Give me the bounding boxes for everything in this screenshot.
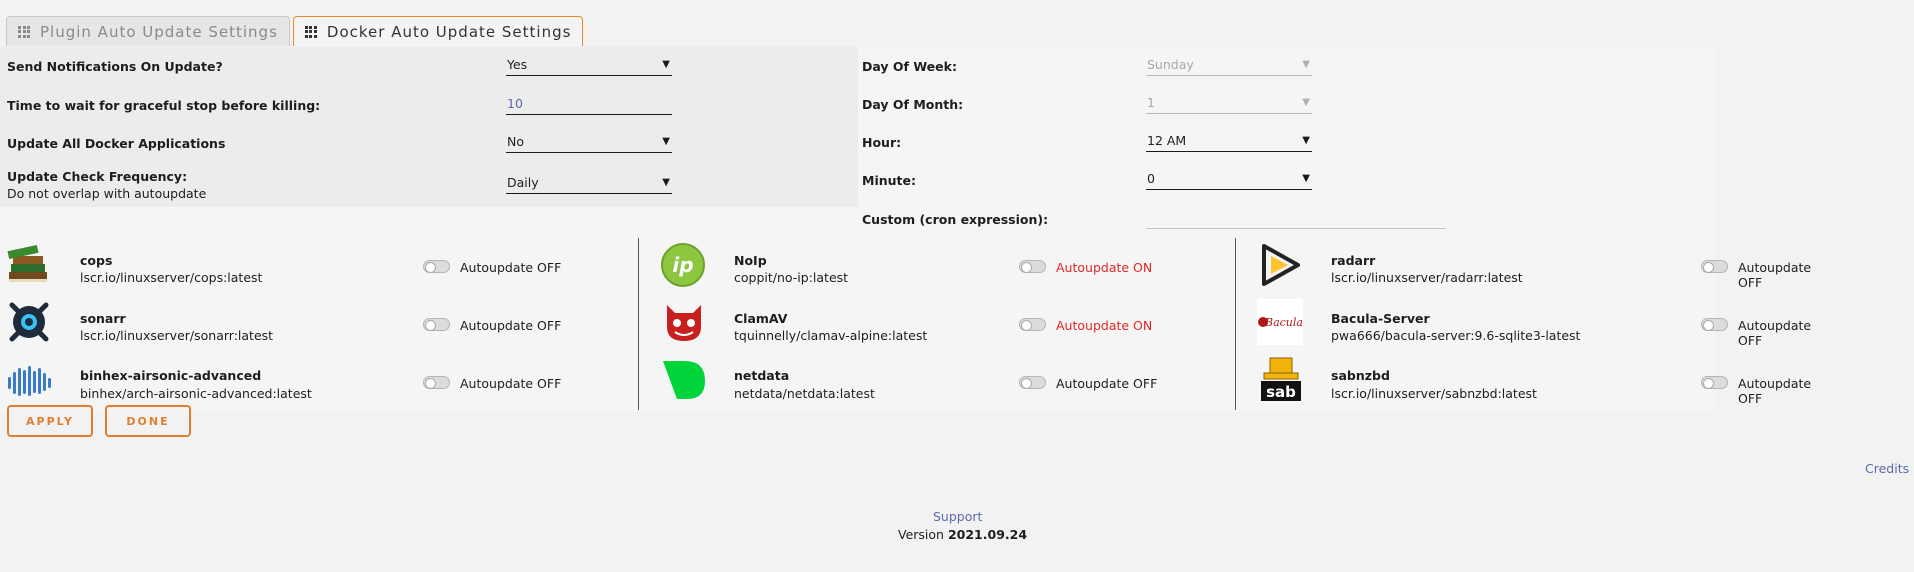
noip-icon: ip xyxy=(661,243,705,287)
app-name: binhex-airsonic-advanced xyxy=(80,368,262,383)
caret-down-icon: ▼ xyxy=(1302,97,1310,108)
clamav-icon xyxy=(667,305,701,341)
app-repo: netdata/netdata:latest xyxy=(734,386,875,401)
tab-bar: Plugin Auto Update Settings Docker Auto … xyxy=(6,16,584,46)
app-name: ClamAV xyxy=(734,311,788,326)
caret-down-icon: ▼ xyxy=(1302,59,1310,70)
app-repo: lscr.io/linuxserver/sonarr:latest xyxy=(80,328,274,343)
app-name: NoIp xyxy=(734,253,767,268)
update-all-value: No xyxy=(507,134,524,149)
day-of-month-value: 1 xyxy=(1147,95,1155,110)
app-name: Bacula-Server xyxy=(1331,311,1430,326)
app-repo: lscr.io/linuxserver/sabnzbd:latest xyxy=(1331,386,1537,401)
app-name: sabnzbd xyxy=(1331,368,1390,383)
day-of-week-label: Day Of Week: xyxy=(862,59,957,74)
settings-panel: Send Notifications On Update? Yes ▼ Time… xyxy=(0,47,1716,237)
grid-icon xyxy=(18,25,30,38)
app-repo: lscr.io/linuxserver/cops:latest xyxy=(80,270,263,285)
sonarr-icon xyxy=(9,302,49,342)
autoupdate-toggle[interactable] xyxy=(1019,260,1046,273)
autoupdate-toggle[interactable] xyxy=(1701,318,1728,331)
autoupdate-toggle[interactable] xyxy=(423,260,450,273)
column-divider xyxy=(1235,238,1236,410)
caret-down-icon: ▼ xyxy=(1302,173,1310,184)
app-name: netdata xyxy=(734,368,790,383)
app-repo: pwa666/bacula-server:9.6-sqlite3-latest xyxy=(1331,328,1581,343)
hour-label: Hour: xyxy=(862,135,902,150)
day-of-month-label: Day Of Month: xyxy=(862,97,964,112)
autoupdate-status: Autoupdate OFF xyxy=(460,260,562,275)
tab-label: Plugin Auto Update Settings xyxy=(40,22,278,41)
wait-label: Time to wait for graceful stop before ki… xyxy=(7,98,321,113)
column-divider xyxy=(638,238,639,410)
app-name: radarr xyxy=(1331,253,1376,268)
minute-select[interactable]: 0 ▼ xyxy=(1146,168,1312,190)
day-of-week-select[interactable]: Sunday ▼ xyxy=(1146,54,1312,76)
done-button[interactable]: DONE xyxy=(105,405,191,437)
app-repo: tquinnelly/clamav-alpine:latest xyxy=(734,328,928,343)
autoupdate-status: Autoupdate OFF xyxy=(460,376,562,391)
update-all-select[interactable]: No ▼ xyxy=(506,131,672,153)
app-repo: lscr.io/linuxserver/radarr:latest xyxy=(1331,270,1523,285)
caret-down-icon: ▼ xyxy=(662,59,670,70)
credits-link[interactable]: Credits xyxy=(1865,461,1909,476)
app-repo: coppit/no-ip:latest xyxy=(734,270,849,285)
sabnzbd-icon: sab xyxy=(1261,357,1301,401)
autoupdate-status: Autoupdate OFF xyxy=(1738,318,1812,348)
autoupdate-toggle[interactable] xyxy=(423,318,450,331)
cron-label: Custom (cron expression): xyxy=(862,212,1049,227)
version-number: 2021.09.24 xyxy=(947,527,1028,542)
tab-label: Docker Auto Update Settings xyxy=(326,22,572,41)
apply-button[interactable]: APPLY xyxy=(7,405,93,437)
version-prefix: Version xyxy=(898,527,944,542)
netdata-icon xyxy=(663,361,705,399)
hour-value: 12 AM xyxy=(1147,133,1187,148)
wait-input[interactable]: 10 xyxy=(506,93,672,115)
frequency-select[interactable]: Daily ▼ xyxy=(506,172,672,194)
container-list: cops lscr.io/linuxserver/cops:latest Aut… xyxy=(0,236,1811,412)
day-of-week-value: Sunday xyxy=(1147,57,1194,72)
svg-text:ip: ip xyxy=(672,253,693,277)
caret-down-icon: ▼ xyxy=(662,177,670,188)
autoupdate-toggle[interactable] xyxy=(1019,318,1046,331)
notify-select[interactable]: Yes ▼ xyxy=(506,54,672,76)
autoupdate-toggle[interactable] xyxy=(1701,376,1728,389)
app-repo: binhex/arch-airsonic-advanced:latest xyxy=(80,386,312,401)
frequency-sublabel: Do not overlap with autoupdate xyxy=(7,186,207,201)
books-icon xyxy=(7,244,47,282)
minute-value: 0 xyxy=(1147,171,1155,186)
notify-value: Yes xyxy=(507,57,528,72)
autoupdate-status: Autoupdate OFF xyxy=(460,318,562,333)
autoupdate-status: Autoupdate OFF xyxy=(1738,376,1812,406)
version-text: Version 2021.09.24 xyxy=(898,527,1027,542)
sabnzbd-logo-text: sab xyxy=(1266,383,1296,401)
caret-down-icon: ▼ xyxy=(1302,135,1310,146)
autoupdate-status: Autoupdate ON xyxy=(1056,260,1153,275)
autoupdate-status: Autoupdate OFF xyxy=(1738,260,1812,290)
minute-label: Minute: xyxy=(862,173,916,188)
frequency-label: Update Check Frequency: xyxy=(7,169,188,184)
autoupdate-status: Autoupdate ON xyxy=(1056,318,1153,333)
app-name: sonarr xyxy=(80,311,126,326)
update-all-label: Update All Docker Applications xyxy=(7,136,226,151)
tab-docker-auto-update[interactable]: Docker Auto Update Settings xyxy=(292,16,584,46)
hour-select[interactable]: 12 AM ▼ xyxy=(1146,130,1312,152)
frequency-value: Daily xyxy=(507,175,539,190)
autoupdate-status: Autoupdate OFF xyxy=(1056,376,1158,391)
notify-label: Send Notifications On Update? xyxy=(7,59,223,74)
bacula-icon: Bacula xyxy=(1257,299,1303,345)
day-of-month-select[interactable]: 1 ▼ xyxy=(1146,92,1312,114)
airsonic-icon xyxy=(8,366,51,396)
support-link[interactable]: Support xyxy=(933,509,982,524)
grid-icon xyxy=(304,25,317,38)
radarr-icon xyxy=(1262,244,1300,286)
app-name: cops xyxy=(80,253,113,268)
caret-down-icon: ▼ xyxy=(662,136,670,147)
tab-plugin-auto-update[interactable]: Plugin Auto Update Settings xyxy=(6,16,290,46)
autoupdate-toggle[interactable] xyxy=(423,376,450,389)
autoupdate-toggle[interactable] xyxy=(1019,376,1046,389)
cron-input[interactable] xyxy=(1146,207,1446,229)
autoupdate-toggle[interactable] xyxy=(1701,260,1728,273)
bacula-logo-text: Bacula xyxy=(1264,316,1303,329)
